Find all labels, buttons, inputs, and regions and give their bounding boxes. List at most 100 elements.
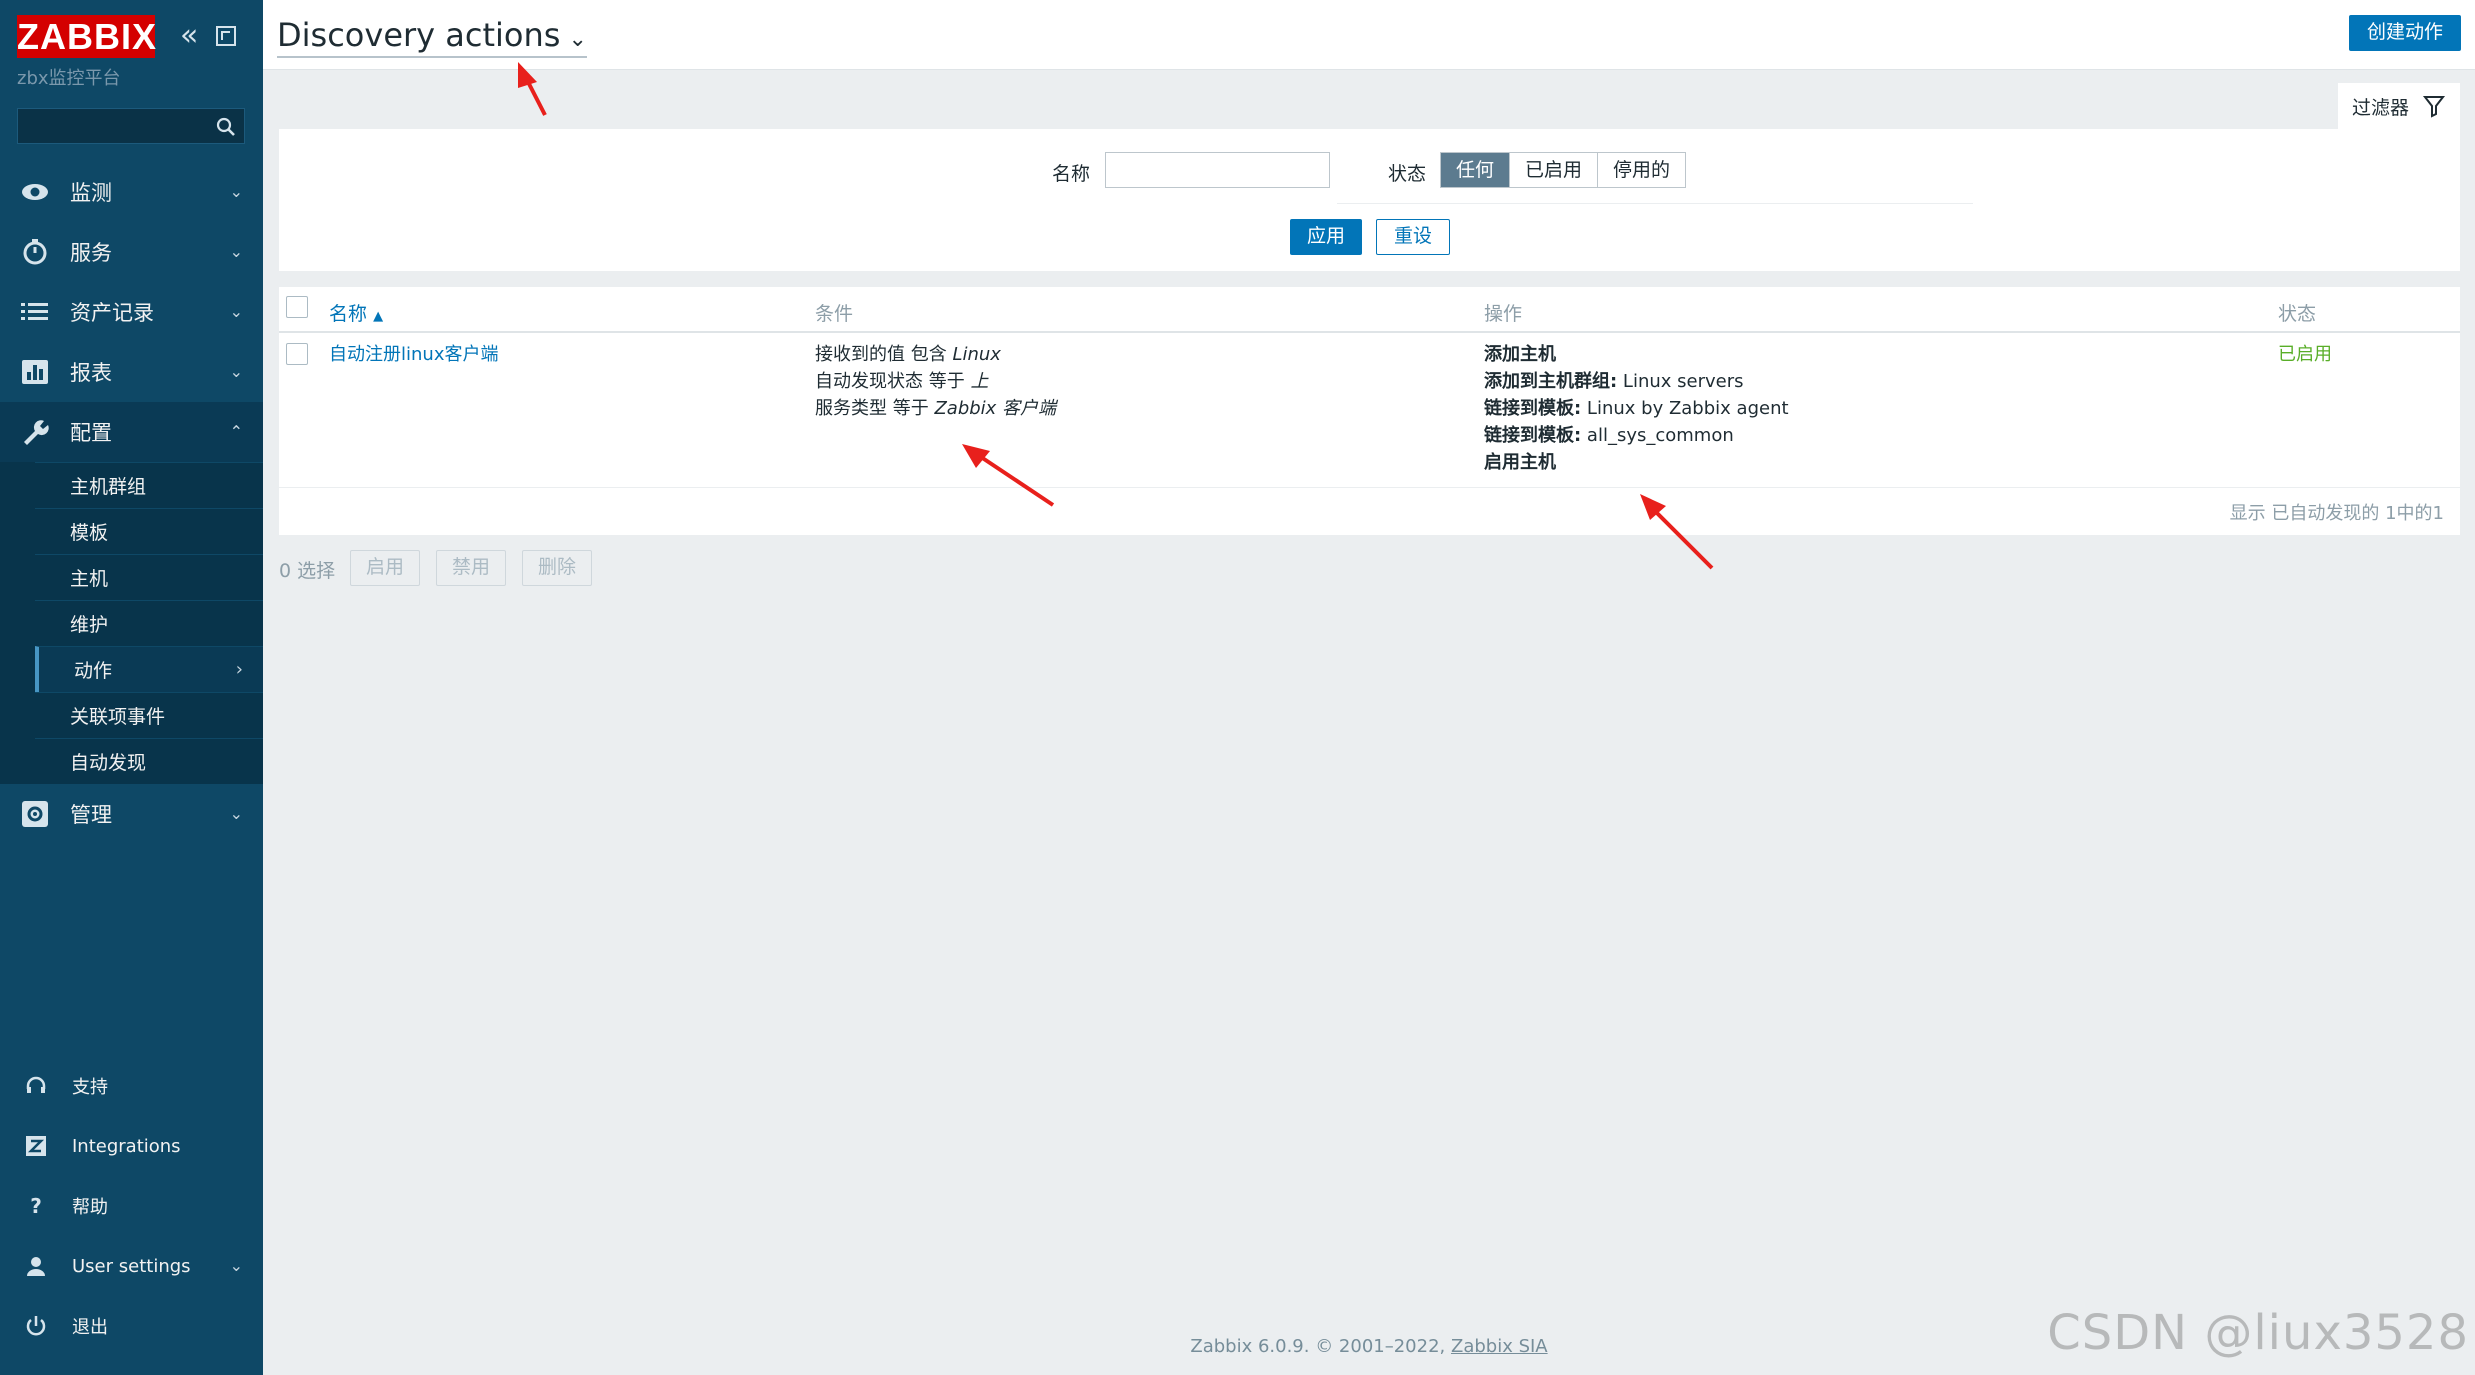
- bottom-menu: 支持 Integrations ? 帮助 User settings ⌄ 退出: [0, 1056, 263, 1356]
- operation-key: 启用主机: [1484, 452, 1556, 473]
- reset-button[interactable]: 重设: [1376, 219, 1451, 255]
- condition-text: 自动发现状态 等于: [815, 371, 971, 392]
- menu-item-label: 管理: [70, 803, 112, 827]
- footer-link[interactable]: Zabbix SIA: [1451, 1336, 1548, 1357]
- question-icon: ?: [30, 1194, 42, 1218]
- chevron-down-icon: ⌄: [229, 804, 243, 823]
- column-header-operations: 操作: [1484, 303, 1523, 325]
- condition-value: Linux: [952, 344, 1001, 365]
- submenu-item-host-groups[interactable]: 主机群组: [35, 462, 263, 508]
- action-name-link[interactable]: 自动注册linux客户端: [329, 341, 498, 368]
- list-icon: [21, 303, 48, 320]
- filter-divider: [1337, 203, 1973, 204]
- column-header-name-label: 名称: [329, 303, 368, 325]
- status-option-enabled[interactable]: 已启用: [1510, 153, 1599, 187]
- submenu-item-maintenance[interactable]: 维护: [35, 600, 263, 646]
- menu-item-label: 资产记录: [70, 301, 154, 325]
- chevron-down-icon: ⌄: [229, 302, 243, 321]
- menu-item-support[interactable]: 支持: [0, 1056, 263, 1116]
- menu-item-label: 支持: [72, 1077, 108, 1098]
- stopwatch-icon: [23, 239, 47, 265]
- menu-item-help[interactable]: ? 帮助: [0, 1176, 263, 1236]
- operation-key: 链接到模板:: [1484, 398, 1582, 419]
- filter-tab[interactable]: 过滤器: [2338, 83, 2460, 129]
- create-action-button[interactable]: 创建动作: [2348, 15, 2461, 51]
- filter-status-label: 状态: [1388, 163, 1427, 185]
- page-title-dropdown[interactable]: Discovery actions ⌄: [277, 16, 587, 58]
- headset-icon: [26, 1076, 46, 1093]
- submenu-item-templates[interactable]: 模板: [35, 508, 263, 554]
- actions-table: 名称 ▲ 条件 操作 状态 自动注册linux客户端 接收到的值 包含 Linu…: [279, 287, 2460, 535]
- enable-selected-button[interactable]: 启用: [350, 550, 421, 586]
- menu-item-sign-out[interactable]: 退出: [0, 1296, 263, 1356]
- search-icon[interactable]: [214, 115, 238, 139]
- menu-item-label: 退出: [72, 1317, 108, 1338]
- operation-key: 添加主机: [1484, 344, 1556, 365]
- disable-selected-button[interactable]: 禁用: [436, 550, 507, 586]
- menu-item-services[interactable]: 服务 ⌄: [0, 222, 263, 282]
- sidebar-search-input[interactable]: [17, 108, 245, 144]
- status-toggle-link[interactable]: 已启用: [2278, 341, 2332, 368]
- condition-text: 服务类型 等于: [815, 398, 935, 419]
- configuration-submenu: 主机群组 模板 主机 维护 动作 › 关联项事件 自动发现: [0, 462, 263, 784]
- submenu-item-discovery[interactable]: 自动发现: [35, 738, 263, 784]
- filter-status-segmented: 任何 已启用 停用的: [1440, 152, 1687, 188]
- page-title: Discovery actions: [277, 16, 561, 54]
- gear-icon: [22, 801, 48, 827]
- menu-item-user-settings[interactable]: User settings ⌄: [0, 1236, 263, 1296]
- condition-line: 自动发现状态 等于 上: [815, 368, 1056, 395]
- menu-item-label: Integrations: [72, 1135, 181, 1157]
- row-divider: [279, 487, 2460, 488]
- filter-funnel-icon: [2422, 96, 2446, 118]
- watermark: CSDN @liux3528: [2047, 1305, 2469, 1361]
- delete-selected-button[interactable]: 删除: [522, 550, 593, 586]
- main-menu: 监测 ⌄ 服务 ⌄ 资产记录 ⌄ 报表 ⌄ 配置 ⌃ 主机群组 模板 主机 维护: [0, 162, 263, 844]
- sort-ascending-icon: ▲: [373, 309, 384, 324]
- menu-item-label: 帮助: [72, 1197, 108, 1218]
- column-header-conditions: 条件: [815, 303, 854, 325]
- operation-line: 启用主机: [1484, 449, 1789, 476]
- apply-button[interactable]: 应用: [1290, 219, 1363, 255]
- chevron-down-icon: ⌄: [229, 242, 243, 261]
- menu-item-label: User settings: [72, 1255, 191, 1277]
- menu-item-inventory[interactable]: 资产记录 ⌄: [0, 282, 263, 342]
- status-option-any[interactable]: 任何: [1441, 153, 1511, 187]
- menu-item-reports[interactable]: 报表 ⌄: [0, 342, 263, 402]
- z-icon: [26, 1136, 46, 1156]
- chevron-up-icon: ⌃: [229, 422, 243, 441]
- server-name: zbx监控平台: [17, 68, 121, 89]
- submenu-item-actions[interactable]: 动作 ›: [35, 646, 263, 692]
- wrench-icon: [24, 420, 49, 445]
- selected-count: 0 选择: [279, 560, 336, 582]
- column-header-name[interactable]: 名称 ▲: [329, 299, 383, 326]
- filter-panel: 名称 状态 任何 已启用 停用的 应用 重设: [279, 129, 2460, 271]
- zabbix-logo[interactable]: ZABBIX: [17, 15, 156, 58]
- operation-value: Linux by Zabbix agent: [1581, 398, 1789, 419]
- operation-key: 添加到主机群组:: [1484, 371, 1618, 392]
- kiosk-mode-icon[interactable]: [216, 26, 236, 46]
- submenu-item-hosts[interactable]: 主机: [35, 554, 263, 600]
- menu-item-label: 配置: [70, 421, 112, 445]
- paging-summary: 显示 已自动发现的 1中的1: [2229, 503, 2444, 524]
- menu-item-configuration[interactable]: 配置 ⌃: [0, 402, 263, 462]
- submenu-item-event-correlation[interactable]: 关联项事件: [35, 692, 263, 738]
- operation-line: 链接到模板: Linux by Zabbix agent: [1484, 395, 1789, 422]
- menu-item-label: 监测: [70, 181, 112, 205]
- condition-value: Zabbix 客户端: [934, 398, 1057, 419]
- condition-line: 接收到的值 包含 Linux: [815, 341, 1056, 368]
- row-checkbox[interactable]: [286, 343, 308, 365]
- condition-value: 上: [970, 371, 989, 392]
- conditions-cell: 接收到的值 包含 Linux 自动发现状态 等于 上 服务类型 等于 Zabbi…: [815, 341, 1056, 422]
- filter-name-input[interactable]: [1105, 152, 1330, 188]
- menu-item-label: 服务: [70, 241, 112, 265]
- chevron-down-icon: ⌄: [229, 1256, 243, 1275]
- menu-item-monitoring[interactable]: 监测 ⌄: [0, 162, 263, 222]
- select-all-checkbox[interactable]: [286, 296, 308, 318]
- menu-item-administration[interactable]: 管理 ⌄: [0, 784, 263, 844]
- operation-key: 链接到模板:: [1484, 425, 1582, 446]
- status-option-disabled[interactable]: 停用的: [1598, 153, 1686, 187]
- collapse-sidebar-icon[interactable]: «: [180, 21, 198, 51]
- footer-text: Zabbix 6.0.9. © 2001–2022,: [1190, 1336, 1451, 1357]
- page-header: Discovery actions ⌄ 创建动作: [263, 0, 2475, 70]
- menu-item-integrations[interactable]: Integrations: [0, 1116, 263, 1176]
